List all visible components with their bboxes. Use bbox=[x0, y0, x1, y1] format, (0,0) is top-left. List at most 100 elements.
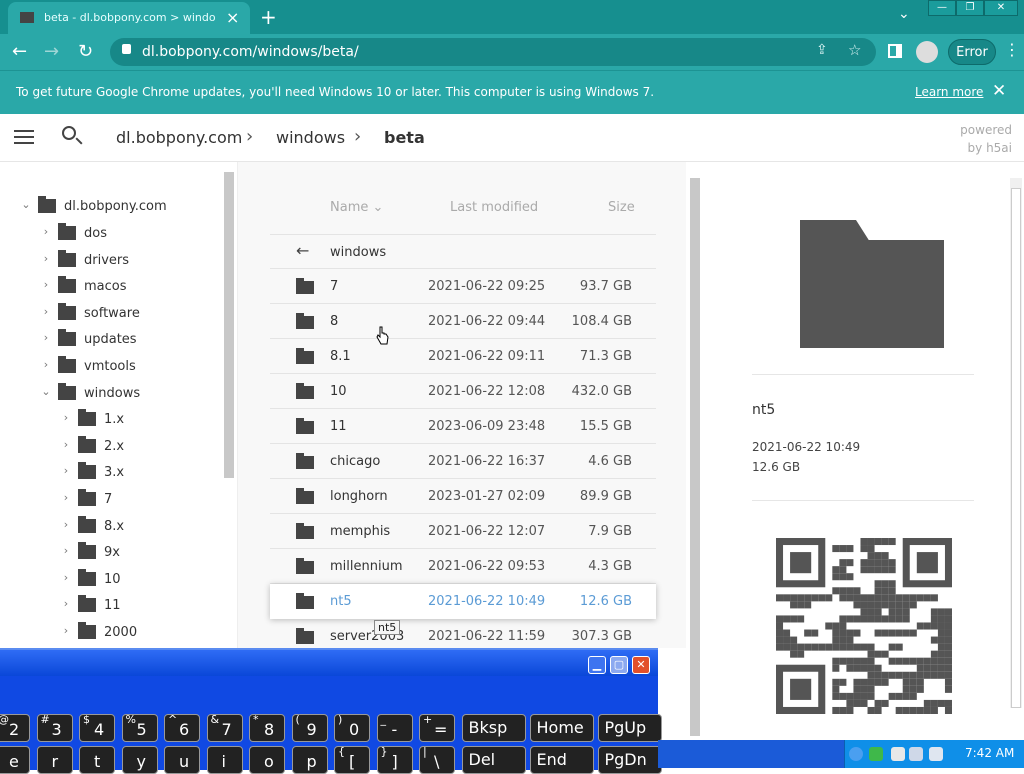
clock[interactable]: 7:42 AM bbox=[965, 746, 1014, 760]
key[interactable]: * 8 bbox=[249, 713, 285, 742]
key[interactable]: & 7 bbox=[206, 713, 243, 742]
list-item[interactable]: nt5 2021-06-22 10:49 12.6 GB bbox=[270, 584, 656, 619]
back-button[interactable]: ← bbox=[12, 41, 27, 62]
key-pgdn[interactable]: PgDn bbox=[597, 746, 662, 774]
search-icon[interactable] bbox=[62, 126, 76, 140]
key[interactable]: ) 0 bbox=[334, 713, 370, 742]
key-end[interactable]: End bbox=[529, 746, 594, 774]
chevron-right-icon[interactable]: › bbox=[40, 305, 52, 318]
osk-close-button[interactable]: ✕ bbox=[632, 656, 650, 674]
key-del[interactable]: Del bbox=[461, 746, 526, 774]
key-pgup[interactable]: PgUp bbox=[597, 714, 662, 742]
chevron-right-icon[interactable]: › bbox=[60, 624, 72, 637]
chevron-right-icon[interactable]: › bbox=[60, 518, 72, 531]
key[interactable]: o bbox=[249, 746, 285, 774]
key[interactable]: }] bbox=[376, 745, 413, 774]
list-item[interactable]: longhorn 2023-01-27 02:09 89.9 GB bbox=[270, 479, 656, 514]
key[interactable]: + = bbox=[419, 713, 455, 742]
chevron-right-icon[interactable]: › bbox=[40, 358, 52, 371]
chevron-right-icon[interactable]: › bbox=[40, 278, 52, 291]
tab-active[interactable]: beta - dl.bobpony.com > windows > × bbox=[8, 2, 250, 34]
infobar-close-icon[interactable]: ✕ bbox=[992, 81, 1006, 101]
learn-more-link[interactable]: Learn more bbox=[915, 85, 983, 99]
error-button[interactable]: Error bbox=[948, 39, 996, 65]
list-item[interactable]: memphis 2021-06-22 12:07 7.9 GB bbox=[270, 514, 656, 549]
key[interactable]: ^ 6 bbox=[164, 713, 200, 742]
list-item[interactable]: 11 2023-06-09 23:48 15.5 GB bbox=[270, 409, 656, 444]
breadcrumb-beta[interactable]: beta bbox=[384, 128, 425, 147]
powered-by[interactable]: powered by h5ai bbox=[950, 121, 1012, 157]
speaker-icon[interactable] bbox=[929, 747, 943, 761]
chevron-right-icon[interactable]: › bbox=[60, 571, 72, 584]
key[interactable]: t bbox=[79, 746, 115, 774]
tree-scrollbar[interactable] bbox=[224, 172, 234, 478]
key-home[interactable]: Home bbox=[529, 714, 594, 742]
more-menu-icon[interactable]: ⋮ bbox=[1004, 40, 1020, 59]
bookmark-star-icon[interactable]: ☆ bbox=[848, 41, 861, 59]
tab-close-button[interactable]: × bbox=[226, 8, 239, 27]
list-item[interactable]: millennium 2021-06-22 09:53 4.3 GB bbox=[270, 549, 656, 584]
key[interactable]: u bbox=[164, 746, 200, 774]
tray-chevron-icon[interactable] bbox=[849, 747, 863, 761]
column-name[interactable]: Name ⌄ bbox=[330, 200, 383, 215]
list-item[interactable]: 8.1 2021-06-22 09:11 71.3 GB bbox=[270, 339, 656, 374]
tab-search-button[interactable]: ⌄ bbox=[898, 6, 910, 22]
monitor-icon[interactable] bbox=[909, 747, 923, 761]
key[interactable]: i bbox=[206, 746, 243, 774]
flag-icon[interactable] bbox=[891, 747, 905, 761]
reload-button[interactable]: ↻ bbox=[78, 41, 93, 62]
parent-folder-row[interactable]: ← windows bbox=[270, 234, 656, 269]
chevron-right-icon[interactable]: › bbox=[40, 331, 52, 344]
column-size[interactable]: Size bbox=[608, 200, 635, 215]
chevron-right-icon[interactable]: › bbox=[60, 438, 72, 451]
chevron-down-icon[interactable]: ⌄ bbox=[20, 198, 32, 211]
chevron-right-icon[interactable]: › bbox=[60, 411, 72, 424]
list-scrollbar[interactable] bbox=[690, 178, 700, 736]
osk-minimize-button[interactable]: ▁ bbox=[588, 656, 606, 674]
osk-maximize-button[interactable]: ▢ bbox=[610, 656, 628, 674]
list-item[interactable]: 7 2021-06-22 09:25 93.7 GB bbox=[270, 269, 656, 304]
breadcrumb-windows[interactable]: windows bbox=[276, 128, 345, 147]
profile-avatar[interactable] bbox=[916, 41, 938, 63]
key[interactable]: | \ bbox=[419, 745, 455, 774]
restore-button[interactable]: ❐ bbox=[956, 0, 984, 16]
share-icon[interactable]: ⇪ bbox=[816, 42, 828, 58]
scrollbar-thumb[interactable] bbox=[1011, 188, 1021, 708]
chevron-right-icon[interactable]: › bbox=[60, 597, 72, 610]
chevron-right-icon[interactable]: › bbox=[60, 464, 72, 477]
chevron-right-icon[interactable]: › bbox=[60, 544, 72, 557]
chevron-right-icon[interactable]: › bbox=[60, 491, 72, 504]
key[interactable]: y bbox=[121, 746, 158, 774]
key[interactable]: #3 bbox=[36, 713, 73, 742]
osk-titlebar[interactable]: ▁ ▢ ✕ bbox=[0, 650, 658, 676]
address-bar[interactable]: dl.bobpony.com/windows/beta/ ⇪ ☆ bbox=[110, 38, 876, 66]
key[interactable]: p bbox=[291, 746, 328, 774]
list-item[interactable]: chicago 2021-06-22 16:37 4.6 GB bbox=[270, 444, 656, 479]
new-tab-button[interactable]: + bbox=[260, 5, 277, 29]
chevron-right-icon[interactable]: › bbox=[40, 252, 52, 265]
lock-icon[interactable] bbox=[122, 44, 131, 54]
page-scrollbar[interactable] bbox=[1010, 178, 1022, 708]
key[interactable]: (9 bbox=[291, 713, 328, 742]
key[interactable]: r bbox=[36, 746, 73, 774]
window-close-button[interactable]: ✕ bbox=[984, 0, 1018, 16]
hamburger-menu-icon[interactable] bbox=[14, 130, 34, 144]
forward-button[interactable]: → bbox=[44, 41, 59, 62]
network-icon[interactable] bbox=[869, 747, 883, 761]
key[interactable]: e bbox=[0, 746, 30, 774]
key[interactable]: @2 bbox=[0, 713, 30, 742]
key[interactable]: _ - bbox=[376, 713, 413, 742]
side-panel-icon[interactable] bbox=[888, 44, 902, 58]
column-last-modified[interactable]: Last modified bbox=[450, 200, 538, 215]
key[interactable]: $4 bbox=[79, 713, 115, 742]
breadcrumb-root[interactable]: dl.bobpony.com bbox=[116, 128, 242, 147]
key[interactable]: % 5 bbox=[121, 713, 158, 742]
key-bksp[interactable]: Bksp bbox=[461, 714, 526, 742]
list-item[interactable]: 8 2021-06-22 09:44 108.4 GB bbox=[270, 304, 656, 339]
chevron-down-icon[interactable]: ⌄ bbox=[40, 385, 52, 398]
key[interactable]: {[ bbox=[334, 745, 370, 774]
list-item[interactable]: 10 2021-06-22 12:08 432.0 GB bbox=[270, 374, 656, 409]
chevron-right-icon[interactable]: › bbox=[40, 225, 52, 238]
minimize-button[interactable]: — bbox=[928, 0, 956, 16]
url-text[interactable]: dl.bobpony.com/windows/beta/ bbox=[142, 44, 359, 60]
